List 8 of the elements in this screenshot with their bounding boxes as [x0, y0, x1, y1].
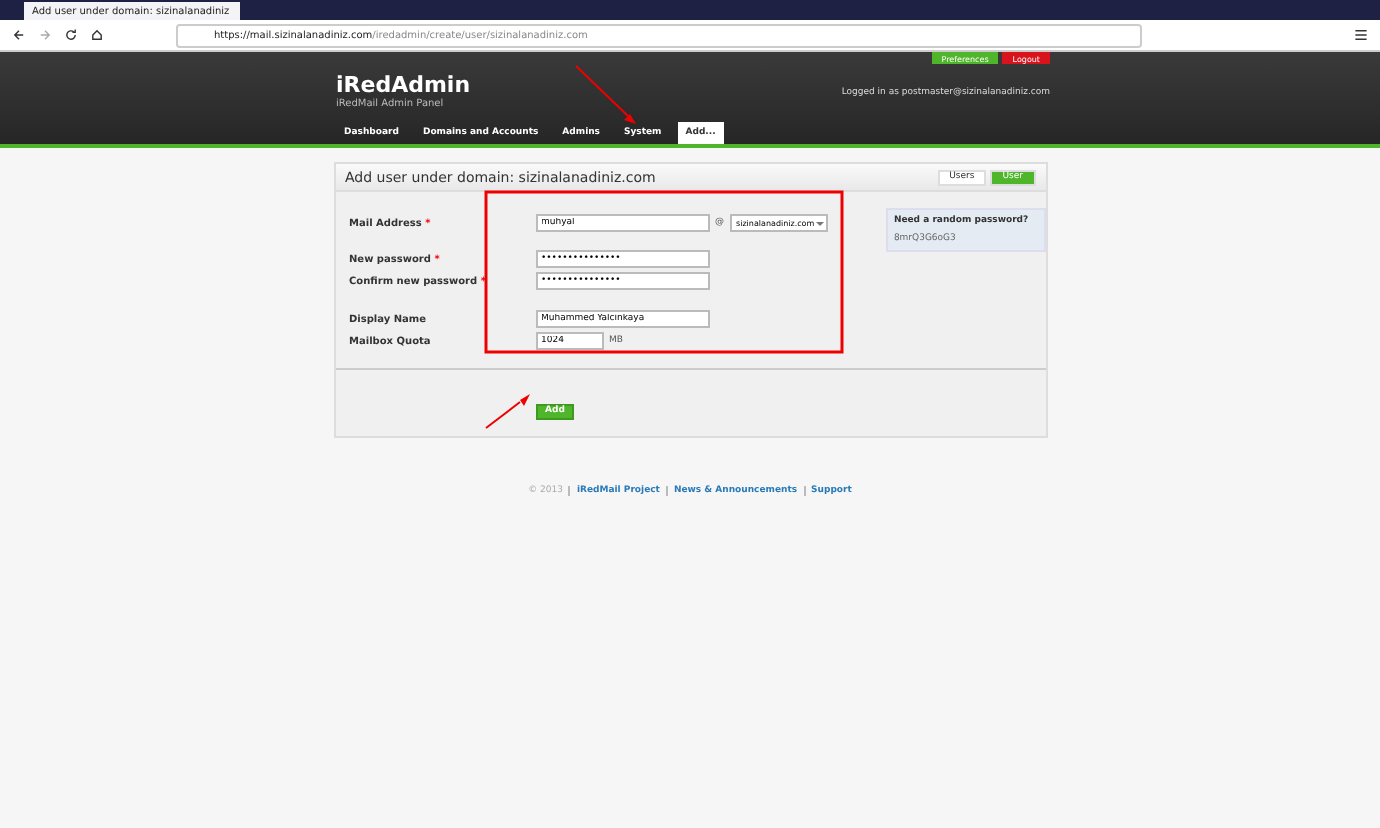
- home-icon[interactable]: [90, 28, 104, 42]
- caret-icon: [816, 219, 824, 227]
- back-icon[interactable]: [12, 28, 26, 42]
- reload-icon[interactable]: [64, 28, 78, 42]
- menu-icon[interactable]: [1354, 28, 1368, 42]
- pointer-arrow: [575, 65, 636, 124]
- app-title: iRedAdmin: [336, 72, 471, 98]
- pointer-arrow: [485, 394, 530, 429]
